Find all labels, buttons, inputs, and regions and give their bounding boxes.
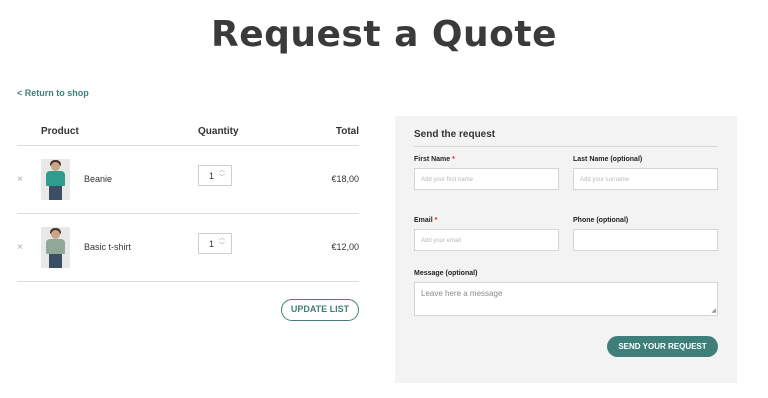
page-title: Request a Quote bbox=[210, 14, 558, 55]
header-total: Total bbox=[335, 126, 359, 137]
spin-arrows-icon[interactable]: ︿ ﹀ bbox=[219, 168, 225, 182]
return-to-shop-link[interactable]: < Return to shop bbox=[17, 88, 89, 98]
email-field[interactable]: Add your email bbox=[414, 229, 559, 251]
required-marker: * bbox=[434, 217, 438, 224]
last-name-label: Last Name (optional) bbox=[573, 156, 643, 163]
panel-title: Send the request bbox=[414, 129, 496, 140]
last-name-field[interactable]: Add your surname bbox=[573, 168, 718, 190]
required-marker: * bbox=[452, 156, 455, 163]
spin-arrows-icon[interactable]: ︿ ﹀ bbox=[219, 236, 225, 250]
product-thumbnail[interactable] bbox=[41, 227, 70, 268]
shirt-shape bbox=[46, 239, 65, 254]
row-total: €18,00 bbox=[331, 174, 359, 184]
phone-field[interactable] bbox=[573, 229, 718, 251]
message-label: Message (optional) bbox=[414, 270, 478, 277]
remove-item-icon[interactable]: × bbox=[17, 242, 23, 253]
header-quantity: Quantity bbox=[198, 126, 239, 137]
update-list-button[interactable]: UPDATE LIST bbox=[281, 299, 359, 321]
quantity-value[interactable]: 1 bbox=[209, 171, 214, 181]
row-total: €12,00 bbox=[331, 242, 359, 252]
phone-label: Phone (optional) bbox=[573, 217, 629, 224]
shirt-shape bbox=[46, 171, 65, 186]
first-name-field[interactable]: Add your first name bbox=[414, 168, 559, 190]
message-textarea[interactable]: Leave here a message ◢ bbox=[414, 282, 718, 316]
table-row: × Basic t-shirt 1 ︿ ﹀ €12,00 bbox=[17, 214, 359, 282]
quantity-value[interactable]: 1 bbox=[209, 239, 214, 249]
product-name[interactable]: Basic t-shirt bbox=[84, 242, 131, 252]
divider bbox=[414, 146, 718, 147]
message-placeholder: Leave here a message bbox=[421, 289, 503, 298]
header-product: Product bbox=[41, 126, 79, 137]
email-label: Email * bbox=[414, 217, 437, 224]
request-panel: Send the request First Name * Add your f… bbox=[395, 116, 737, 383]
cart-header: Product Quantity Total bbox=[17, 116, 359, 146]
quantity-stepper[interactable]: 1 ︿ ﹀ bbox=[198, 165, 232, 186]
first-name-label-text: First Name bbox=[414, 156, 451, 163]
cart-table: Product Quantity Total × Beanie 1 ︿ ﹀ €18… bbox=[17, 116, 359, 282]
quantity-stepper[interactable]: 1 ︿ ﹀ bbox=[198, 233, 232, 254]
product-thumbnail[interactable] bbox=[41, 159, 70, 200]
first-name-label: First Name * bbox=[414, 156, 455, 163]
remove-item-icon[interactable]: × bbox=[17, 174, 23, 185]
email-label-text: Email bbox=[414, 217, 433, 224]
resize-grip-icon[interactable]: ◢ bbox=[711, 307, 716, 314]
product-name[interactable]: Beanie bbox=[84, 174, 112, 184]
send-request-button[interactable]: SEND YOUR REQUEST bbox=[607, 336, 718, 357]
table-row: × Beanie 1 ︿ ﹀ €18,00 bbox=[17, 146, 359, 214]
